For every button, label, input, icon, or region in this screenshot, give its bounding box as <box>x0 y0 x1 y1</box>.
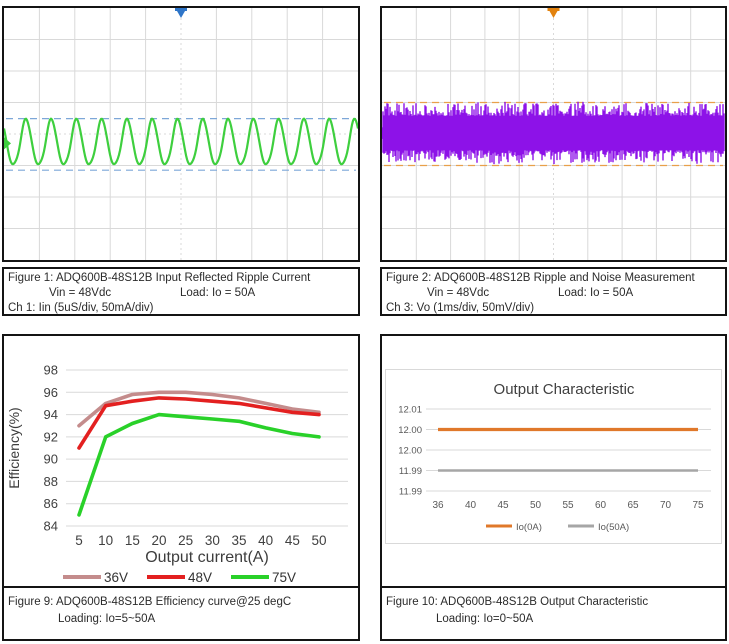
svg-text:75: 75 <box>692 500 704 511</box>
fig1-caption-title: Figure 1: ADQ600B-48S12B Input Reflected… <box>8 272 311 284</box>
fig1-caption-conditions: Vin = 48Vdc Load: Io = 50A <box>8 286 354 301</box>
svg-text:30: 30 <box>205 533 220 548</box>
svg-text:12.01: 12.01 <box>398 405 422 416</box>
svg-text:Io(0A): Io(0A) <box>516 522 542 533</box>
fig1-load-label: Load: Io = 50A <box>180 287 256 299</box>
svg-text:Output current(A): Output current(A) <box>145 549 269 566</box>
svg-text:96: 96 <box>44 385 58 400</box>
svg-text:36: 36 <box>432 500 444 511</box>
svg-text:11.99: 11.99 <box>399 487 422 498</box>
fig10-output-chart: Output Characteristic 12.01 12.00 12.00 11.9… <box>398 381 711 533</box>
fig9-panel: 84 86 88 90 92 94 96 98 5 10 15 20 25 30 35 40 45 50 Effic… <box>2 334 360 641</box>
svg-text:55: 55 <box>562 500 574 511</box>
svg-text:Efficiency(%): Efficiency(%) <box>6 407 22 488</box>
svg-text:Io(50A): Io(50A) <box>598 522 629 533</box>
fig2-channel-label: Ch 3: Vo (1ms/div, 50mV/div) <box>386 302 535 314</box>
svg-text:86: 86 <box>44 496 58 511</box>
fig9-loading-label: Loading: Io=5~50A <box>58 613 156 625</box>
svg-text:20: 20 <box>151 533 166 548</box>
svg-text:45: 45 <box>285 533 300 548</box>
svg-text:98: 98 <box>44 363 58 378</box>
svg-text:35: 35 <box>231 533 246 548</box>
fig1-vin-label: Vin = 48Vdc <box>49 287 112 299</box>
fig9-caption: Figure 9: ADQ600B-48S12B Efficiency curv… <box>4 586 358 639</box>
svg-text:15: 15 <box>125 533 140 548</box>
fig2-scope-canvas <box>382 8 725 260</box>
svg-text:10: 10 <box>98 533 113 548</box>
fig1-scope-canvas <box>4 8 358 260</box>
fig9-efficiency-chart: 84 86 88 90 92 94 96 98 5 10 15 20 25 30 35 40 45 50 Effic… <box>6 363 348 585</box>
fig1-caption: Figure 1: ADQ600B-48S12B Input Reflected… <box>2 267 360 316</box>
svg-text:50: 50 <box>530 500 542 511</box>
fig2-caption: Figure 2: ADQ600B-48S12B Ripple and Nois… <box>380 267 727 316</box>
fig10-loading-label: Loading: Io=0~50A <box>436 613 534 625</box>
fig10-chart-frame: Output Characteristic 12.01 12.00 12.00 11.9… <box>385 369 722 544</box>
svg-text:40: 40 <box>465 500 477 511</box>
svg-text:45: 45 <box>497 500 509 511</box>
svg-text:12.00: 12.00 <box>398 446 422 457</box>
svg-text:12.00: 12.00 <box>398 425 422 436</box>
svg-text:11.99: 11.99 <box>399 466 422 477</box>
fig10-caption-title: Figure 10: ADQ600B-48S12B Output Charact… <box>386 596 649 608</box>
fig9-caption-title: Figure 9: ADQ600B-48S12B Efficiency curv… <box>8 596 292 608</box>
fig2-caption-conditions: Vin = 48Vdc Load: Io = 50A <box>386 286 721 301</box>
svg-text:5: 5 <box>75 533 83 548</box>
fig10-caption: Figure 10: ADQ600B-48S12B Output Charact… <box>382 586 725 639</box>
svg-text:25: 25 <box>178 533 193 548</box>
svg-text:65: 65 <box>627 500 639 511</box>
fig2-oscilloscope-panel <box>380 6 727 262</box>
fig2-load-label: Load: Io = 50A <box>558 287 634 299</box>
fig2-vin-label: Vin = 48Vdc <box>427 287 490 299</box>
svg-text:40: 40 <box>258 533 273 548</box>
svg-text:90: 90 <box>44 452 58 467</box>
svg-text:Output Characteristic: Output Characteristic <box>494 381 635 398</box>
svg-text:88: 88 <box>44 474 58 489</box>
fig1-channel-label: Ch 1: Iin (5uS/div, 50mA/div) <box>8 302 154 314</box>
fig1-oscilloscope-panel <box>2 6 360 262</box>
datasheet-figures-page: Figure 1: ADQ600B-48S12B Input Reflected… <box>0 0 729 644</box>
svg-text:75V: 75V <box>272 570 296 585</box>
fig2-caption-title: Figure 2: ADQ600B-48S12B Ripple and Nois… <box>386 272 695 284</box>
svg-text:92: 92 <box>44 429 58 444</box>
svg-text:84: 84 <box>44 519 58 534</box>
svg-text:70: 70 <box>660 500 672 511</box>
fig10-panel: Output Characteristic 12.01 12.00 12.00 11.9… <box>380 334 727 641</box>
svg-text:50: 50 <box>311 533 326 548</box>
svg-text:94: 94 <box>44 407 58 422</box>
svg-text:48V: 48V <box>188 570 212 585</box>
svg-text:36V: 36V <box>104 570 128 585</box>
svg-text:60: 60 <box>595 500 607 511</box>
